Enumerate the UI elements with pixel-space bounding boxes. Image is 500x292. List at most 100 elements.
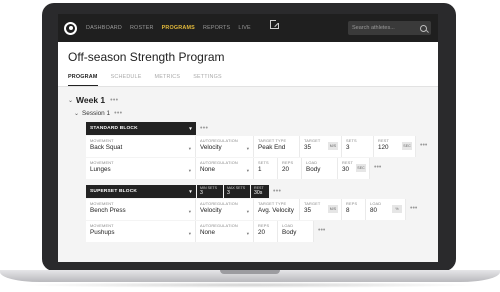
reps-field[interactable]: REPS 20 [254,221,278,242]
field-label: REPS [282,160,294,165]
target-field[interactable]: TARGET 35 M/S [300,136,342,157]
field-value: Velocity [200,143,222,151]
laptop-notch [220,270,280,274]
tab-bar: PROGRAM SCHEDULE METRICS SETTINGS [68,71,428,86]
rest-field[interactable]: REST 120 SEC [374,136,416,157]
load-field[interactable]: LOAD Body [302,158,338,179]
nav-roster[interactable]: ROSTER [130,25,154,31]
standard-block-header: STANDARD BLOCK ▾ ••• [86,122,428,135]
top-nav: DASHBOARD ROSTER PROGRAMS REPORTS LIVE [58,14,438,42]
unit-badge: SEC [356,164,366,172]
block-type-select[interactable]: STANDARD BLOCK ▾ [86,122,196,135]
exercise-row: MOVEMENT Bench Press ▾ AUTOREGULATION Ve… [86,199,428,220]
field-value: None [200,165,216,173]
chevron-down-icon: ▾ [189,188,192,195]
field-value: 30s [254,190,263,197]
blocks-area: STANDARD BLOCK ▾ ••• MOVEMENT Back Squat… [86,122,428,242]
chevron-down-icon[interactable]: ⌄ [74,110,82,117]
tab-program[interactable]: PROGRAM [68,71,98,86]
field-value: Peak End [258,143,286,151]
nav-dashboard[interactable]: DASHBOARD [86,25,122,31]
movement-field[interactable]: MOVEMENT Bench Press ▾ [86,199,196,220]
logo-icon[interactable] [64,21,77,35]
field-value: 8 [346,206,350,214]
export-icon[interactable] [270,19,280,29]
rest-field[interactable]: REST 30s [251,185,269,198]
field-label: MOVEMENT [90,160,114,165]
tab-metrics[interactable]: METRICS [155,71,181,86]
chevron-down-icon[interactable]: ⌄ [68,97,76,104]
field-label: MOVEMENT [90,138,114,143]
field-value: Pushups [90,228,115,236]
tab-settings[interactable]: SETTINGS [193,71,222,86]
autoregulation-field[interactable]: AUTOREGULATION Velocity ▾ [196,136,254,157]
unit-badge: SEC [402,142,412,150]
field-value: None [200,228,216,236]
session-title: Session 1 [82,109,111,117]
more-icon[interactable]: ••• [273,188,281,195]
search-box[interactable] [348,21,431,35]
field-value: Avg. Velocity [258,206,294,214]
field-label: TARGET TYPE [258,201,287,206]
field-label: AUTOREGULATION [200,223,238,228]
week-title: Week 1 [76,95,106,105]
target-type-field[interactable]: TARGET TYPE Avg. Velocity [254,199,300,220]
search-icon[interactable] [420,24,427,32]
chevron-down-icon: ▾ [188,168,191,173]
sets-field[interactable]: SETS 1 [254,158,278,179]
sets-field[interactable]: SETS 3 [342,136,374,157]
more-icon[interactable]: ••• [374,164,381,171]
chevron-down-icon: ▾ [188,231,191,236]
target-field[interactable]: TARGET 35 M/S [300,199,342,220]
min-sets-field[interactable]: MIN SETS 3 [197,185,223,198]
field-value: 3 [200,190,203,197]
load-field[interactable]: LOAD 80 % [366,199,406,220]
autoregulation-field[interactable]: AUTOREGULATION None ▾ [196,158,254,179]
field-value: Velocity [200,206,222,214]
field-label: REPS [258,223,270,228]
more-icon[interactable]: ••• [420,142,427,149]
field-label: AUTOREGULATION [200,201,238,206]
rest-field[interactable]: REST 30 SEC [338,158,370,179]
chevron-down-icon: ▾ [246,231,249,236]
exercise-row: MOVEMENT Pushups ▾ AUTOREGULATION None ▾… [86,221,428,242]
more-icon[interactable]: ••• [410,205,417,212]
unit-badge: M/S [328,142,338,150]
field-label: AUTOREGULATION [200,160,238,165]
app-screen: DASHBOARD ROSTER PROGRAMS REPORTS LIVE O… [58,14,438,262]
block-type-select[interactable]: SUPERSET BLOCK ▾ [86,185,196,198]
field-value: Body [306,165,321,173]
more-icon[interactable]: ••• [318,227,325,234]
movement-field[interactable]: MOVEMENT Lunges ▾ [86,158,196,179]
nav-live[interactable]: LIVE [238,25,251,31]
autoregulation-field[interactable]: AUTOREGULATION None ▾ [196,221,254,242]
field-value: Lunges [90,165,111,173]
exercise-row: MOVEMENT Back Squat ▾ AUTOREGULATION Vel… [86,136,428,157]
field-label: MOVEMENT [90,223,114,228]
chevron-down-icon: ▾ [246,168,249,173]
more-icon[interactable]: ••• [110,97,118,104]
max-sets-field[interactable]: MAX SETS 3 [224,185,250,198]
reps-field[interactable]: REPS 8 [342,199,366,220]
more-icon[interactable]: ••• [200,125,208,132]
target-type-field[interactable]: TARGET TYPE Peak End [254,136,300,157]
field-value: 3 [346,143,350,151]
field-label: TARGET TYPE [258,138,287,143]
movement-field[interactable]: MOVEMENT Back Squat ▾ [86,136,196,157]
nav-reports[interactable]: REPORTS [203,25,230,31]
movement-field[interactable]: MOVEMENT Pushups ▾ [86,221,196,242]
session-row: ⌄ Session 1 ••• [74,107,428,119]
search-input[interactable] [352,25,416,31]
block-title: SUPERSET BLOCK [90,189,138,194]
unit-badge: M/S [328,205,338,213]
tab-schedule[interactable]: SCHEDULE [111,71,142,86]
autoregulation-field[interactable]: AUTOREGULATION Velocity ▾ [196,199,254,220]
load-field[interactable]: LOAD Body [278,221,314,242]
reps-field[interactable]: REPS 20 [278,158,302,179]
program-content: ⌄ Week 1 ••• ⌄ Session 1 ••• STANDARD BL… [58,87,438,248]
superset-block-header: SUPERSET BLOCK ▾ MIN SETS 3 MAX SETS 3 R… [86,185,428,198]
chevron-down-icon: ▾ [246,209,249,214]
more-icon[interactable]: ••• [114,110,122,117]
chevron-down-icon: ▾ [189,125,192,132]
nav-programs[interactable]: PROGRAMS [162,25,195,31]
